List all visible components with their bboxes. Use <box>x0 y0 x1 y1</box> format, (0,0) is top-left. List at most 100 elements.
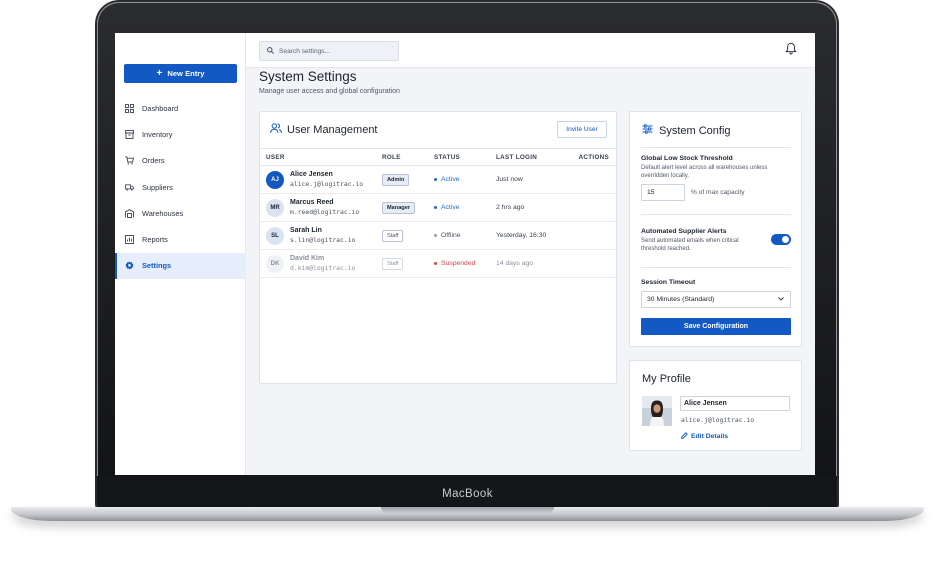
role-badge: Manager <box>382 201 416 214</box>
status-cell: Suspended <box>434 260 496 267</box>
user-name: Alice Jensen <box>290 171 333 179</box>
last-login-cell: 14 days ago <box>496 260 534 267</box>
status-cell: Offline <box>434 232 496 239</box>
device-brand-label: MacBook <box>442 488 493 500</box>
status-label: Active <box>441 204 460 211</box>
sidebar-item-label: Reports <box>142 235 168 245</box>
session-timeout-value: 30 Minutes (Standard) <box>647 296 715 303</box>
user-email: alice.j@logitrac.io <box>290 179 364 188</box>
archive-icon <box>125 129 134 139</box>
user-email: m.reed@logitrac.io <box>290 207 360 216</box>
supplier-alerts-label: Automated Supplier Alerts <box>641 228 727 235</box>
system-config-header: System Config <box>642 124 731 137</box>
divider <box>641 147 791 148</box>
user-cell: MR Marcus Reed m.reed@logitrac.io <box>260 198 382 217</box>
stock-threshold-label: Global Low Stock Threshold <box>641 155 733 162</box>
table-row[interactable]: SL Sarah Lin s.lin@logitrac.io Staff Off… <box>260 222 616 250</box>
sidebar-nav: Dashboard Inventory Orders Suppliers War… <box>115 95 246 280</box>
gear-icon <box>125 261 134 270</box>
report-icon <box>125 235 134 245</box>
last-login-cell: Just now <box>496 176 523 183</box>
avatar: SL <box>266 226 284 245</box>
last-login-cell: Yesterday, 16:30 <box>496 232 547 239</box>
sidebar-item-label: Settings <box>142 261 172 271</box>
user-cell: SL Sarah Lin s.lin@logitrac.io <box>260 226 382 245</box>
user-name: David Kim <box>290 255 325 263</box>
stock-threshold-help: Default alert level across all warehouse… <box>641 165 768 180</box>
divider <box>641 214 791 215</box>
cart-icon <box>125 156 134 165</box>
status-dot <box>434 178 437 181</box>
status-cell: Active <box>434 204 496 211</box>
new-entry-button[interactable]: + New Entry <box>124 64 237 83</box>
laptop-hinge-notch <box>381 507 554 513</box>
sidebar-item-label: Warehouses <box>142 208 184 218</box>
truck-icon <box>125 183 134 192</box>
status-dot <box>434 206 437 209</box>
sidebar-item-settings[interactable]: Settings <box>115 252 246 280</box>
supplier-alerts-help: Send automated emails when critical thre… <box>641 238 739 253</box>
plus-icon: + <box>156 67 163 79</box>
column-header-last-login: LAST LOGIN <box>496 153 538 161</box>
status-label: Active <box>441 176 460 183</box>
edit-details-link[interactable]: Edit Details <box>681 432 728 441</box>
last-login-cell: 2 hrs ago <box>496 204 525 211</box>
avatar: AJ <box>266 170 284 189</box>
table-row[interactable]: AJ Alice Jensen alice.j@logitrac.io Admi… <box>260 166 616 194</box>
system-config-title: System Config <box>659 124 731 137</box>
save-configuration-button[interactable]: Save Configuration <box>641 318 791 335</box>
role-cell: Staff <box>382 229 434 242</box>
warehouse-icon <box>125 209 134 218</box>
stock-threshold-input[interactable]: 15 <box>641 184 685 202</box>
column-header-user: USER <box>266 153 285 161</box>
sidebar-item-warehouses[interactable]: Warehouses <box>115 200 246 226</box>
table-header-row: USER ROLE STATUS LAST LOGIN ACTIONS <box>260 149 616 166</box>
grid-icon <box>125 103 134 113</box>
column-header-actions: ACTIONS <box>578 153 609 161</box>
users-table: USER ROLE STATUS LAST LOGIN ACTIONS AJ A… <box>260 148 616 278</box>
table-row[interactable]: DK David Kim d.kim@logitrac.io Staff Sus… <box>260 250 616 278</box>
table-row[interactable]: MR Marcus Reed m.reed@logitrac.io Manage… <box>260 194 616 222</box>
sidebar-item-suppliers[interactable]: Suppliers <box>115 174 246 200</box>
user-management-card: User Management Invite User USER ROLE ST… <box>259 111 617 384</box>
profile-name-field[interactable]: Alice Jensen <box>680 396 790 411</box>
search-input[interactable]: Search settings... <box>259 41 399 61</box>
user-management-title: User Management <box>287 124 378 136</box>
page-title: System Settings <box>259 69 357 84</box>
users-icon <box>270 123 282 137</box>
status-label: Offline <box>441 232 461 239</box>
status-dot <box>434 262 437 265</box>
search-icon <box>267 46 274 56</box>
stock-threshold-section: Global Low Stock Threshold Default alert… <box>641 155 791 202</box>
stock-threshold-unit: % of max capacity <box>691 189 745 197</box>
bell-icon[interactable] <box>785 42 797 55</box>
sidebar-item-label: Suppliers <box>142 182 173 192</box>
sidebar-item-inventory[interactable]: Inventory <box>115 121 246 147</box>
supplier-alerts-section: Automated Supplier Alerts Send automated… <box>641 228 791 253</box>
role-cell: Staff <box>382 257 434 270</box>
sidebar-item-dashboard[interactable]: Dashboard <box>115 95 246 121</box>
avatar: MR <box>266 198 284 217</box>
sidebar: + New Entry Dashboard Inventory Orders S… <box>115 33 246 475</box>
user-email: d.kim@logitrac.io <box>290 263 356 272</box>
user-name: Marcus Reed <box>290 199 334 207</box>
divider <box>641 267 791 268</box>
edit-details-label: Edit Details <box>691 433 729 440</box>
supplier-alerts-toggle[interactable] <box>771 234 791 245</box>
sidebar-item-orders[interactable]: Orders <box>115 148 246 174</box>
topbar: Search settings... <box>246 33 815 68</box>
invite-user-button[interactable]: Invite User <box>557 121 607 138</box>
session-timeout-label: Session Timeout <box>641 279 696 286</box>
my-profile-card: My Profile Alice Jensen alice.j@logitrac… <box>629 360 802 451</box>
sidebar-item-label: Dashboard <box>142 103 179 113</box>
status-cell: Active <box>434 176 496 183</box>
stock-threshold-row: 15 % of max capacity <box>641 184 791 202</box>
chevron-down-icon <box>778 296 784 303</box>
profile-email: alice.j@logitrac.io <box>681 416 755 424</box>
session-timeout-select[interactable]: 30 Minutes (Standard) <box>641 291 791 308</box>
sidebar-item-label: Orders <box>142 156 165 166</box>
user-name: Sarah Lin <box>290 227 322 235</box>
role-badge: Staff <box>382 257 404 270</box>
sidebar-item-reports[interactable]: Reports <box>115 226 246 252</box>
page-subtitle: Manage user access and global configurat… <box>259 88 400 95</box>
